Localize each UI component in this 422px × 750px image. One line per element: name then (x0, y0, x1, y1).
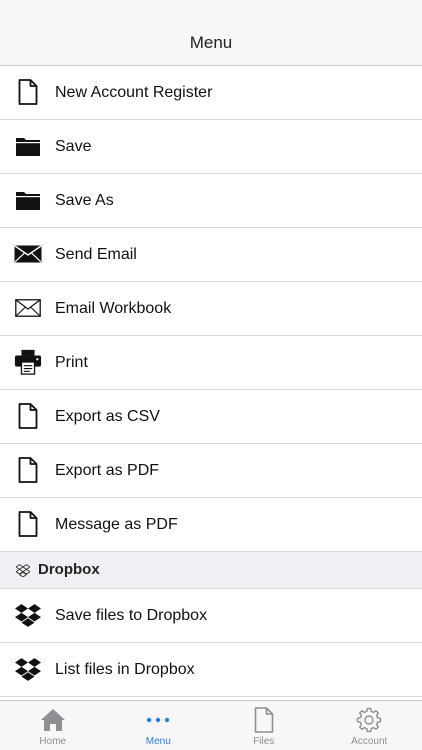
tab-files[interactable]: Files (211, 701, 317, 750)
tab-account[interactable]: Account (317, 701, 422, 750)
menu-item-export-csv[interactable]: Export as CSV (0, 390, 422, 444)
tab-label: Home (39, 736, 67, 747)
printer-icon (14, 348, 42, 376)
menu-item-save[interactable]: Save (0, 120, 422, 174)
home-icon (39, 706, 67, 734)
menu-item-export-pdf[interactable]: Export as PDF (0, 444, 422, 498)
tab-menu[interactable]: Menu (106, 701, 212, 750)
dropbox-icon (14, 601, 42, 629)
gear-icon (355, 706, 383, 734)
menu-item-new-account-register[interactable]: New Account Register (0, 66, 422, 120)
menu-item-label: Send Email (55, 246, 137, 263)
menu-item-label: Save As (55, 192, 114, 209)
document-icon (14, 78, 42, 106)
menu-item-label: Save files to Dropbox (55, 607, 208, 624)
tab-label: Account (351, 736, 388, 747)
dropbox-icon (14, 655, 42, 683)
menu-item-label: Email Workbook (55, 300, 172, 317)
menu-item-label: Export as PDF (55, 462, 160, 479)
menu-item-label: Print (55, 354, 88, 371)
envelope-outline-icon (14, 294, 42, 322)
more-icon (144, 706, 172, 734)
dropbox-outline-icon (15, 563, 31, 577)
tab-label: Files (253, 736, 275, 747)
menu-item-save-as[interactable]: Save As (0, 174, 422, 228)
menu-item-label: New Account Register (55, 84, 213, 101)
folder-icon (14, 186, 42, 214)
menu-item-label: Save (55, 138, 92, 155)
dropbox-section-header: Dropbox (0, 552, 422, 589)
menu-item-label: Export as CSV (55, 408, 160, 425)
menu-item-save-to-dropbox[interactable]: Save files to Dropbox (0, 589, 422, 643)
menu-item-label: Message as PDF (55, 516, 178, 533)
page-title: Menu (189, 33, 233, 52)
section-title: Dropbox (38, 561, 100, 578)
document-icon (14, 402, 42, 430)
document-icon (14, 510, 42, 538)
menu-list: New Account Register Save Save As Send E… (0, 66, 422, 697)
menu-item-email-workbook[interactable]: Email Workbook (0, 282, 422, 336)
menu-item-print[interactable]: Print (0, 336, 422, 390)
document-icon (14, 456, 42, 484)
navigation-bar: Menu (0, 0, 422, 66)
menu-item-send-email[interactable]: Send Email (0, 228, 422, 282)
tab-bar: Home Menu Files Account (0, 700, 422, 750)
file-icon (250, 706, 278, 734)
tab-label: Menu (145, 736, 171, 747)
tab-home[interactable]: Home (0, 701, 106, 750)
menu-item-message-pdf[interactable]: Message as PDF (0, 498, 422, 552)
folder-icon (14, 132, 42, 160)
envelope-filled-icon (14, 240, 42, 268)
menu-item-label: List files in Dropbox (55, 661, 195, 678)
menu-item-list-dropbox[interactable]: List files in Dropbox (0, 643, 422, 697)
